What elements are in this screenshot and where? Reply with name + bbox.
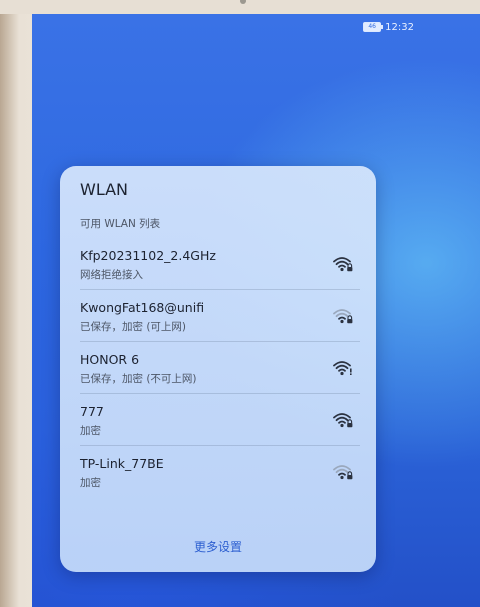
network-item-3[interactable]: 777 加密: [60, 394, 376, 446]
network-item-4[interactable]: TP-Link_77BE 加密: [60, 446, 376, 498]
network-name: HONOR 6: [80, 352, 140, 367]
network-status: 已保存，加密 (可上网): [80, 321, 187, 333]
wifi-warning-icon: [333, 361, 352, 376]
network-name: 777: [80, 404, 104, 419]
dialog-title: WLAN: [80, 180, 129, 199]
wifi-lock-icon: [333, 413, 353, 428]
network-status: 网络拒绝接入: [80, 269, 143, 281]
wifi-lock-icon: [333, 257, 353, 272]
status-bar: 46 12:32: [363, 20, 414, 34]
network-status: 加密: [80, 477, 101, 489]
wifi-lock-icon: [333, 465, 353, 480]
wifi-lock-icon: [333, 309, 353, 324]
network-name: TP-Link_77BE: [80, 456, 164, 471]
battery-icon: 46: [363, 22, 384, 32]
network-name: KwongFat168@unifi: [80, 300, 205, 315]
network-status: 加密: [80, 425, 101, 437]
network-list: Kfp20231102_2.4GHz 网络拒绝接入 KwongFat168@un…: [60, 238, 376, 498]
more-settings-button[interactable]: 更多设置: [60, 538, 376, 555]
network-name: Kfp20231102_2.4GHz: [80, 248, 216, 263]
dialog-subtitle: 可用 WLAN 列表: [80, 218, 161, 230]
network-item-1[interactable]: KwongFat168@unifi 已保存，加密 (可上网): [60, 290, 376, 342]
wlan-dialog: WLAN 可用 WLAN 列表 Kfp20231102_2.4GHz 网络拒绝接…: [60, 166, 376, 572]
network-item-0[interactable]: Kfp20231102_2.4GHz 网络拒绝接入: [60, 238, 376, 290]
status-time: 12:32: [385, 21, 414, 33]
network-status: 已保存，加密 (不可上网): [80, 373, 197, 385]
network-item-2[interactable]: HONOR 6 已保存，加密 (不可上网): [60, 342, 376, 394]
